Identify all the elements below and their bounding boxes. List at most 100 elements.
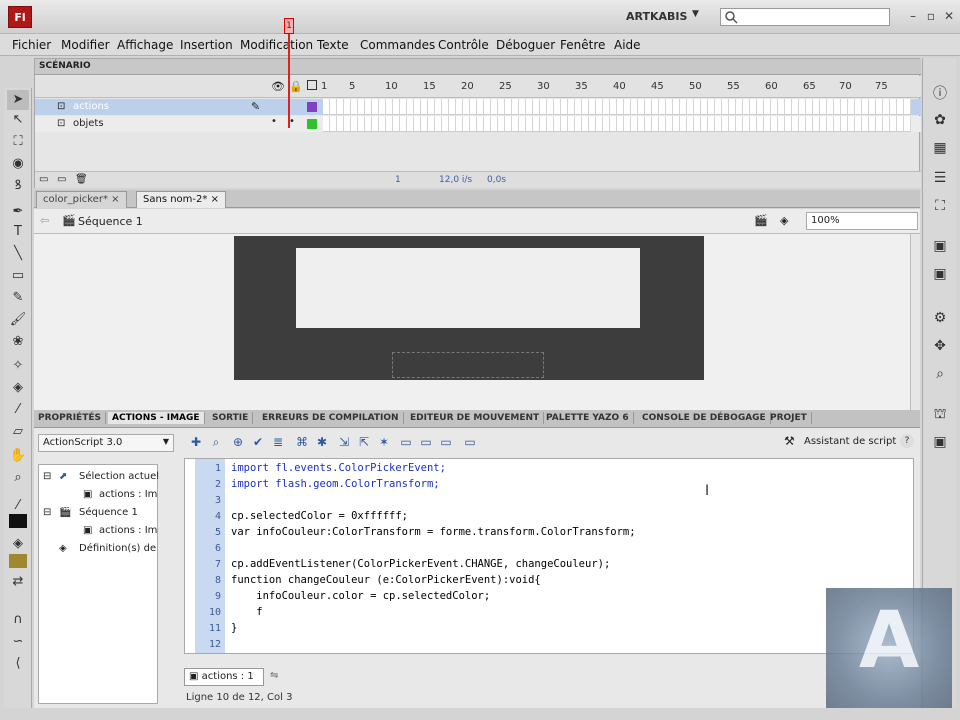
actionscript-version-select[interactable]: ActionScript 3.0 ▼ bbox=[38, 434, 174, 452]
collapse-braces-icon[interactable]: ⇲ bbox=[336, 434, 352, 450]
menu-affichage[interactable]: Affichage bbox=[117, 38, 173, 52]
frames-row[interactable] bbox=[323, 99, 911, 115]
hand-icon[interactable]: ✋ bbox=[7, 446, 29, 466]
doc-tab-color-picker[interactable]: color_picker* × bbox=[36, 191, 127, 208]
collapse-selection-icon[interactable]: ⇱ bbox=[356, 434, 372, 450]
comment-block-icon[interactable]: ▭ bbox=[398, 434, 414, 450]
components-icon[interactable]: ⚙ bbox=[929, 308, 951, 328]
zoom-icon[interactable]: ⌕ bbox=[7, 468, 29, 488]
snap-magnet-icon[interactable]: ∩ bbox=[7, 610, 29, 630]
playhead-handle[interactable]: 1 bbox=[284, 18, 294, 34]
tree-item-actions[interactable]: actions : Im bbox=[99, 525, 159, 536]
target-icon[interactable]: ⊕ bbox=[230, 434, 246, 450]
menu-aide[interactable]: Aide bbox=[614, 38, 641, 52]
zoom-select[interactable]: 100% bbox=[806, 212, 918, 230]
frame-rate[interactable]: 12,0 i/s bbox=[439, 175, 472, 185]
tab-sortie[interactable]: SORTIE bbox=[208, 412, 254, 424]
eyedropper-icon[interactable]: ⁄ bbox=[7, 400, 29, 420]
tab-console[interactable]: CONSOLE DE DÉBOGAGE bbox=[638, 412, 771, 424]
deco-icon[interactable]: ❀ bbox=[7, 332, 29, 352]
tab-projet[interactable]: PROJET bbox=[766, 412, 812, 424]
auto-format-icon[interactable]: ≣ bbox=[270, 434, 286, 450]
find-icon[interactable]: ⌕ bbox=[208, 434, 224, 450]
fill-color-icon[interactable]: ◈ bbox=[7, 534, 29, 554]
info-icon[interactable]: ⓘ bbox=[929, 84, 951, 104]
code-editor[interactable]: 1 2 3 4 5 6 7 8 9 10 11 12 import fl.eve… bbox=[184, 458, 914, 654]
tree-item-sequence[interactable]: Séquence 1 bbox=[79, 507, 159, 518]
tab-actions-image[interactable]: ACTIONS - IMAGE bbox=[108, 412, 205, 424]
free-transform-icon[interactable]: ⛶ bbox=[7, 132, 29, 152]
layer-row-objets[interactable]: ⊡ objets • • bbox=[35, 116, 921, 132]
transform-icon[interactable]: ⛶ bbox=[929, 196, 951, 216]
new-folder-icon[interactable]: ▭ bbox=[57, 174, 66, 185]
visible-dot-icon[interactable]: • bbox=[271, 116, 277, 127]
forme-rectangle[interactable] bbox=[296, 248, 640, 328]
3d-rotation-icon[interactable]: ◉ bbox=[7, 154, 29, 174]
expand-all-icon[interactable]: ✶ bbox=[376, 434, 392, 450]
stroke-color-swatch[interactable] bbox=[9, 514, 27, 528]
close-icon[interactable]: ✕ bbox=[940, 8, 958, 24]
behaviors-icon[interactable]: ✥ bbox=[929, 336, 951, 356]
script-tab[interactable]: ▣ actions : 1 bbox=[184, 668, 264, 686]
close-icon[interactable]: × bbox=[211, 194, 219, 205]
pen-icon[interactable]: ✒ bbox=[7, 202, 29, 222]
menu-texte[interactable]: Texte bbox=[317, 38, 349, 52]
lasso-icon[interactable]: ꝸ bbox=[7, 176, 29, 196]
help-icon[interactable]: ? bbox=[900, 434, 914, 448]
script-assist-button[interactable]: Assistant de script bbox=[804, 436, 896, 447]
tree-item-definitions[interactable]: Définition(s) de : bbox=[79, 543, 159, 554]
color-icon[interactable]: ✿ bbox=[929, 110, 951, 130]
edit-scene-icon[interactable]: 🎬 bbox=[754, 214, 768, 227]
pencil-icon[interactable]: ✎ bbox=[7, 288, 29, 308]
playhead[interactable] bbox=[288, 18, 290, 128]
eraser-icon[interactable]: ▱ bbox=[7, 422, 29, 442]
stage-scrollbar[interactable] bbox=[910, 234, 920, 410]
debug-icon[interactable]: ✱ bbox=[314, 434, 330, 450]
workspace-switcher[interactable]: ARTKABIS bbox=[626, 10, 687, 23]
collapse-icon[interactable]: ⊟ bbox=[43, 471, 51, 482]
straighten-icon[interactable]: ⟨ bbox=[7, 654, 29, 674]
menu-fichier[interactable]: Fichier bbox=[12, 38, 51, 52]
eye-icon[interactable]: 👁 bbox=[271, 80, 285, 93]
menu-fenetre[interactable]: Fenêtre bbox=[560, 38, 605, 52]
collapse-icon[interactable]: ⊟ bbox=[43, 507, 51, 518]
doc-tab-sans-nom[interactable]: Sans nom-2* × bbox=[136, 191, 226, 208]
menu-controle[interactable]: Contrôle bbox=[438, 38, 489, 52]
maximize-icon[interactable]: ▫ bbox=[922, 8, 940, 24]
text-tool-icon[interactable]: T bbox=[7, 222, 29, 242]
subselection-tool-icon[interactable]: ↖ bbox=[7, 110, 29, 130]
library-icon[interactable]: ▣ bbox=[929, 236, 951, 256]
menu-modification[interactable]: Modification bbox=[240, 38, 313, 52]
new-layer-icon[interactable]: ▭ bbox=[39, 174, 48, 185]
uncomment-icon[interactable]: ▭ bbox=[438, 434, 454, 450]
menu-modifier[interactable]: Modifier bbox=[61, 38, 110, 52]
stroke-color-icon[interactable]: ⁄ bbox=[7, 496, 29, 516]
tree-item-actions[interactable]: actions : Im bbox=[99, 489, 159, 500]
layer-row-actions[interactable]: ⊡ actions ✎ bbox=[35, 99, 921, 115]
comment-line-icon[interactable]: ▭ bbox=[418, 434, 434, 450]
menu-insertion[interactable]: Insertion bbox=[180, 38, 233, 52]
smooth-icon[interactable]: ∽ bbox=[7, 632, 29, 652]
tab-editeur-mouvement[interactable]: EDITEUR DE MOUVEMENT bbox=[406, 412, 545, 424]
align-icon[interactable]: ☰ bbox=[929, 168, 951, 188]
selection-tool-icon[interactable]: ➤ bbox=[7, 90, 29, 110]
tab-proprietes[interactable]: PROPRIÉTÉS bbox=[34, 412, 106, 424]
outline-icon[interactable] bbox=[307, 80, 317, 90]
edit-symbols-icon[interactable]: ◈ bbox=[780, 214, 788, 227]
code-hint-icon[interactable]: ⌘ bbox=[294, 434, 310, 450]
check-syntax-icon[interactable]: ✔ bbox=[250, 434, 266, 450]
fill-color-swatch[interactable] bbox=[9, 554, 27, 568]
lock-icon[interactable]: 🔒 bbox=[289, 80, 303, 93]
scene-icon[interactable]: ▣ bbox=[929, 432, 951, 452]
minimize-icon[interactable]: – bbox=[904, 8, 922, 24]
rectangle-tool-icon[interactable]: ▭ bbox=[7, 266, 29, 286]
layer-color-swatch[interactable] bbox=[307, 102, 317, 112]
frames-row[interactable] bbox=[323, 116, 911, 132]
back-arrow-icon[interactable]: ⇦ bbox=[40, 214, 49, 227]
color-picker-placeholder[interactable] bbox=[392, 352, 544, 378]
swap-colors-icon[interactable]: ⇄ bbox=[7, 572, 29, 592]
bone-icon[interactable]: ✧ bbox=[7, 356, 29, 376]
toolbox-toggle-icon[interactable]: ▭ bbox=[462, 434, 478, 450]
timeline-tab[interactable]: SCÉNARIO bbox=[35, 59, 921, 75]
tab-palette-yazo[interactable]: PALETTE YAZO 6 bbox=[542, 412, 634, 424]
